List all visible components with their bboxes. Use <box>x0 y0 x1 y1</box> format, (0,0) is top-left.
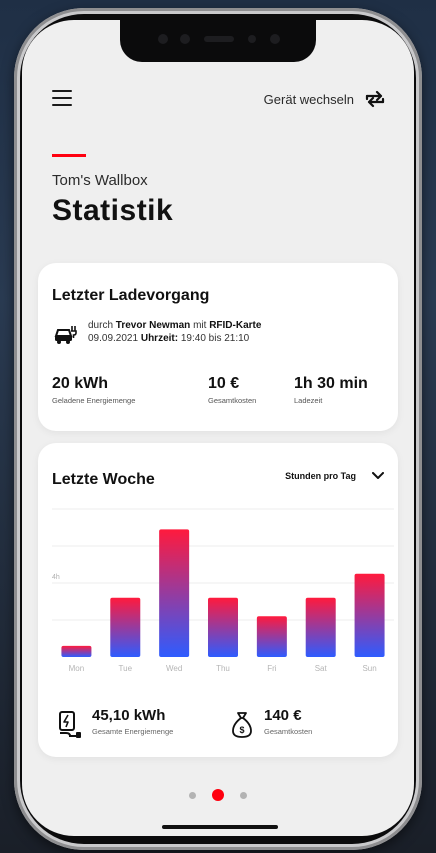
bar-sat[interactable] <box>305 597 336 657</box>
metric-label: Ladezeit <box>294 396 323 405</box>
summary-energy-value: 45,10 kWh <box>92 707 166 724</box>
metric-cost: 10 € Gesamtkosten <box>208 375 256 405</box>
switch-device-label: Gerät wechseln <box>263 91 354 107</box>
menu-icon[interactable] <box>52 90 72 106</box>
session-user: Trevor Newman <box>115 320 191 331</box>
energy-charger-icon <box>59 711 81 738</box>
page-dot[interactable] <box>189 791 196 799</box>
last-week-title: Letzte Woche <box>52 471 155 488</box>
x-tick-label: Sat <box>315 664 328 673</box>
metric-value: 20 kWh <box>52 375 109 392</box>
svg-text:$: $ <box>239 725 244 735</box>
x-tick-label: Fri <box>267 664 277 673</box>
sensor-icon <box>180 34 190 44</box>
bar-sun[interactable] <box>354 573 385 657</box>
session-time-range: 19:40 bis 21:10 <box>180 333 250 344</box>
car-charging-icon <box>54 326 77 344</box>
range-dropdown[interactable]: Stunden pro Tag <box>285 471 384 481</box>
page-indicator <box>22 789 414 801</box>
top-bar: Gerät wechseln <box>22 82 414 122</box>
chevron-down-icon <box>372 472 384 479</box>
bar-thu[interactable] <box>208 597 238 657</box>
session-method: RFID-Karte <box>209 320 262 331</box>
bar-tue[interactable] <box>110 597 141 657</box>
bar-mon[interactable] <box>61 645 92 657</box>
home-indicator[interactable] <box>162 825 278 829</box>
swap-arrows-icon <box>365 90 385 108</box>
summary-energy: 45,10 kWh Gesamte Energiemenge <box>58 707 173 739</box>
summary-cost: $ 140 € Gesamtkosten <box>230 707 312 739</box>
session-date: 09.09.2021 <box>88 333 139 344</box>
metric-duration: 1h 30 min Ladezeit <box>294 375 368 405</box>
switch-device-button[interactable]: Gerät wechseln <box>264 88 386 110</box>
last-session-title: Letzter Ladevorgang <box>52 287 210 304</box>
bar-wed[interactable] <box>159 529 190 657</box>
x-tick-label: Sun <box>362 664 376 673</box>
weekly-hours-chart: 8h 4h Mon Tue Wed Thu Fri Sat Sun <box>52 505 394 673</box>
page-dot[interactable] <box>240 791 247 799</box>
money-bag-icon: $ <box>232 712 252 738</box>
page-title: Statistik <box>52 194 174 227</box>
speaker-grille <box>204 36 234 42</box>
metric-label: Geladene Energiemenge <box>52 396 136 405</box>
y-tick-label: 8h <box>52 505 60 507</box>
accent-line <box>52 154 86 157</box>
metric-label: Gesamtkosten <box>208 396 257 405</box>
session-details: durch Trevor Newman mit RFID-Karte 09.09… <box>52 319 261 347</box>
sensor-icon <box>158 34 168 44</box>
page-dot[interactable] <box>212 789 224 801</box>
bar-fri[interactable] <box>256 616 287 657</box>
page-subtitle: Tom's Wallbox <box>52 172 148 189</box>
last-week-card: Letzte Woche Stunden pro Tag 8h 4h Mon Tue… <box>38 443 398 757</box>
range-dropdown-label: Stunden pro Tag <box>285 471 356 481</box>
last-session-card[interactable]: Letzter Ladevorgang durch Trevor Newman … <box>38 263 398 431</box>
sensor-icon <box>248 35 256 43</box>
metric-value: 10 € <box>208 375 240 392</box>
x-tick-label: Mon <box>69 664 85 673</box>
summary-cost-label: Gesamtkosten <box>264 727 313 736</box>
metric-energy: 20 kWh Geladene Energiemenge <box>52 375 135 405</box>
summary-energy-label: Gesamte Energiemenge <box>92 727 174 736</box>
notch <box>120 20 316 62</box>
via-prefix: mit <box>193 320 207 331</box>
by-prefix: durch <box>88 320 114 331</box>
app-screen: Gerät wechseln Tom's Wallbox Statistik L… <box>22 20 414 836</box>
x-tick-label: Thu <box>216 664 230 673</box>
front-camera-icon <box>270 34 280 44</box>
time-label: Uhrzeit: <box>140 333 179 344</box>
x-tick-label: Wed <box>166 664 182 673</box>
metric-value: 1h 30 min <box>294 375 368 392</box>
x-tick-label: Tue <box>119 664 133 673</box>
y-tick-label: 4h <box>52 574 60 581</box>
summary-cost-value: 140 € <box>264 707 302 724</box>
